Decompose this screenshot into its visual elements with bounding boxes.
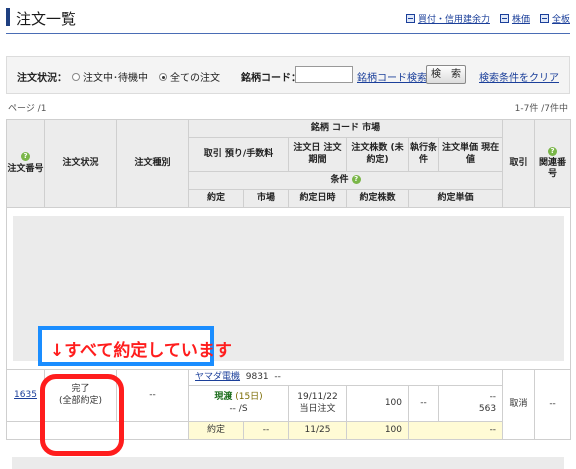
col-trade-fee: 取引 預り/手数料 [188,137,289,172]
header-divider [6,33,570,34]
col-exec-cond: 執行条件 [408,137,439,172]
action-cell: 取消 [502,369,536,440]
col-order-no: ? 注文番号 [6,119,45,208]
stock-code-input[interactable] [295,66,353,83]
col-related: ? 関連番号 [534,119,572,208]
col-fill-price: 約定単価 [407,189,504,208]
col-type: 注文種別 [116,119,189,208]
page-title: 注文一覧 [16,10,77,28]
buying-power-label: 買付・信用建余力 [417,15,490,25]
order-no-link[interactable]: 1635 [14,390,37,400]
order-date: 19/11/22 [297,392,338,403]
exec-cond-cell: -- [408,385,439,422]
order-date-cell: 19/11/22 当日注文 [288,385,347,422]
fill-qty-cell: 100 [346,421,409,440]
help-icon[interactable]: ? [351,174,361,184]
filter-panel: 注文状況： 注文中･待機中 全ての注文 銘柄コード： 銘柄コード検索 検 索 検… [6,56,570,94]
chart-icon [499,14,509,23]
col-fill: 約定 [188,189,244,208]
annotation-highlight-ring [40,374,124,456]
full-board-link[interactable]: 全板 [539,12,570,25]
col-qty: 注文株数 (未約定) [346,137,409,172]
col-trade: 取引 [502,119,536,208]
page-indicator: ページ /1 [8,104,47,114]
col-price: 注文単価 現在値 [437,137,504,172]
type-cell: -- [116,369,189,422]
fill-label-cell: 約定 [188,421,244,440]
fill-price-cell: -- [407,421,504,440]
col-stock: 銘柄 コード 市場 [187,119,504,138]
radio-pending-label: 注文中･待機中 [83,73,148,84]
order-period: 当日注文 [299,403,336,414]
quick-links: 買付・信用建余力 株価 全板 [405,12,570,25]
related-cell: -- [534,369,572,440]
col-status: 注文状況 [44,119,117,208]
qty-cell: 100 [346,385,409,422]
cancel-action: 取消 [509,398,528,409]
trade-type: 現渡 [214,392,233,403]
status-filter-label: 注文状況： [17,73,67,84]
page-header: 注文一覧 買付・信用建余力 株価 全板 [0,0,576,36]
trade-days: (15日) [235,392,263,403]
calculator-icon [405,14,415,23]
stock-cell: ヤマダ電機 9831 -- [187,369,504,386]
price-cell: -- 563 [437,385,504,422]
stock-name-link[interactable]: ヤマダ電機 [195,372,240,382]
col-fill-datetime: 約定日時 [288,189,347,208]
stock-code: 9831 [245,371,269,382]
col-order-date: 注文日 注文期間 [288,137,347,172]
col-fill-qty: 約定株数 [346,189,409,208]
next-row-masked [12,457,564,469]
help-icon[interactable]: ? [21,152,30,162]
radio-all-dot[interactable] [159,72,167,81]
buying-power-link[interactable]: 買付・信用建余力 [405,12,490,25]
stock-code-label: 銘柄コード： [241,73,301,84]
radio-pending[interactable]: 注文中･待機中 [72,69,148,84]
col-related-label: 関連番号 [539,157,567,180]
stock-code-search-link[interactable]: 銘柄コード検索 [357,69,427,84]
annotation-callout-text: ↓すべて約定しています [50,341,232,361]
stock-price-link[interactable]: 株価 [499,12,530,25]
fill-market-cell: -- [243,421,289,440]
result-count: 1-7件 /7件中 [514,104,568,114]
stock-price-label: 株価 [511,15,530,25]
stock-market: -- [274,371,281,382]
order-no-cell: 1635 [6,369,45,422]
help-icon[interactable]: ? [548,146,558,156]
trade-fee: -- /S [229,403,248,414]
price-top: -- [489,392,497,403]
radio-all-label: 全ての注文 [170,73,220,84]
trade-fee-cell: 現渡 (15日) -- /S [188,385,289,422]
full-board-label: 全板 [551,15,570,25]
radio-all[interactable]: 全ての注文 [159,69,220,84]
price-current: 563 [478,403,497,414]
search-button[interactable]: 検 索 [426,65,466,84]
fill-date-cell: 11/25 [288,421,347,440]
col-market: 市場 [243,189,289,208]
col-condition-label: 条件 [330,174,349,185]
title-accent-bar [6,8,10,26]
col-condition: 条件 ? [187,171,504,190]
col-order-no-label: 注文番号 [7,163,44,174]
radio-pending-dot[interactable] [72,72,80,81]
clear-conditions-link[interactable]: 検索条件をクリア [479,69,559,84]
annotation-callout: ↓すべて約定しています [38,326,232,366]
board-icon [539,14,549,23]
